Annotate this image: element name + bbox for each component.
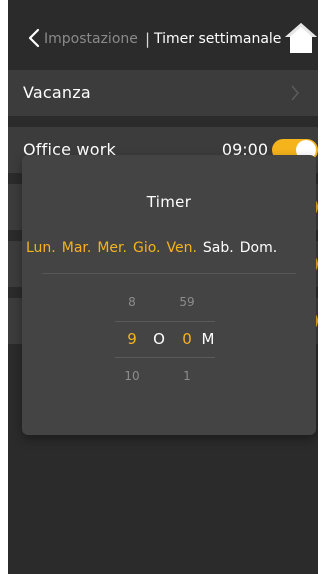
home-icon[interactable] bbox=[284, 20, 318, 54]
hour-next[interactable]: 10 bbox=[120, 369, 144, 383]
time-suffix: M bbox=[201, 330, 215, 348]
minute-prev[interactable]: 59 bbox=[175, 295, 199, 309]
minute-next[interactable]: 1 bbox=[175, 369, 199, 383]
hour-value[interactable]: 9 bbox=[120, 330, 144, 348]
chevron-right-icon bbox=[291, 85, 300, 101]
hour-prev[interactable]: 8 bbox=[120, 295, 144, 309]
day-fri[interactable]: Ven. bbox=[166, 240, 196, 260]
app-screen: Impostazione | Timer settimanale Vacanza… bbox=[8, 0, 318, 574]
dialog-title: Timer bbox=[146, 193, 192, 211]
day-sat[interactable]: Sab. bbox=[203, 240, 234, 260]
day-mon[interactable]: Lun. bbox=[26, 240, 56, 260]
top-bar: Impostazione | Timer settimanale bbox=[8, 0, 318, 70]
day-thu[interactable]: Gio. bbox=[133, 240, 161, 260]
time-picker[interactable]: 8 59 9 O 0 M 10 1 bbox=[22, 285, 316, 395]
day-tue[interactable]: Mar. bbox=[62, 240, 92, 260]
day-sun[interactable]: Dom. bbox=[240, 240, 277, 260]
list-item-label: Vacanza bbox=[23, 83, 91, 102]
divider bbox=[42, 273, 296, 274]
day-wed[interactable]: Mer. bbox=[97, 240, 127, 260]
picker-selection-line bbox=[115, 357, 215, 358]
breadcrumb-parent[interactable]: Impostazione bbox=[44, 31, 138, 47]
chevron-left-icon[interactable] bbox=[26, 28, 42, 48]
timer-dialog: Timer Lun. Mar. Mer. Gio. Ven. Sab. Dom.… bbox=[22, 155, 316, 435]
page-title: Timer settimanale bbox=[154, 31, 282, 47]
weekday-selector: Lun. Mar. Mer. Gio. Ven. Sab. Dom. bbox=[26, 240, 283, 260]
breadcrumb-separator: | bbox=[145, 30, 151, 48]
list-item-vacanza[interactable]: Vacanza bbox=[8, 70, 318, 116]
picker-selection-line bbox=[115, 321, 215, 322]
time-separator: O bbox=[153, 330, 165, 348]
